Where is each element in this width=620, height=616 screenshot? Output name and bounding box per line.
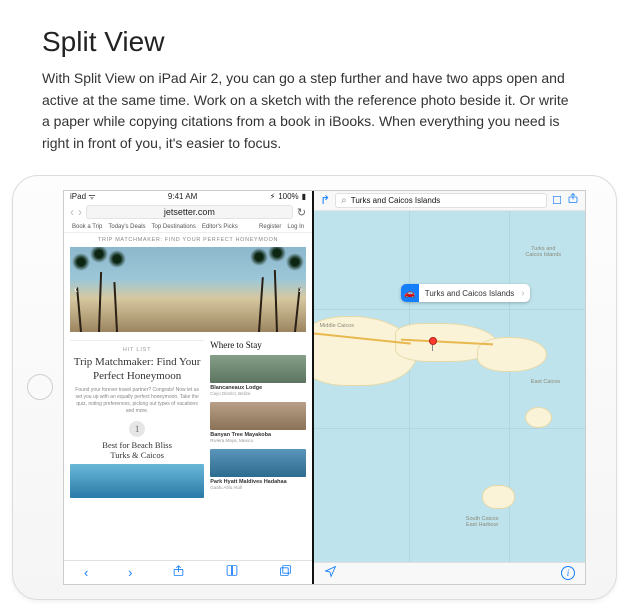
card-subtitle: Gaafu Alifu Atoll (210, 485, 306, 490)
list-entry-image (70, 464, 204, 498)
toolbar-forward-icon[interactable]: › (128, 565, 132, 580)
sidebar-card[interactable]: Blancaneaux Lodge Cayo District, Belize (210, 355, 306, 396)
site-link[interactable]: Book a Trip (72, 224, 102, 230)
split-pane-maps: ↱ ⌕ Turks and Caicos Islands ☐ (314, 191, 585, 584)
article-title: Trip Matchmaker: Find Your Perfect Honey… (74, 356, 201, 384)
card-image (210, 402, 306, 430)
charging-icon: ⚡︎ (270, 192, 276, 201)
status-battery: 100% (278, 192, 298, 201)
site-link[interactable]: Log In (287, 224, 304, 230)
carousel-prev-icon[interactable]: ‹ (74, 282, 78, 296)
search-icon: ⌕ (341, 195, 347, 206)
back-arrow-icon[interactable]: ‹ (70, 205, 74, 219)
sidebar-card[interactable]: Park Hyatt Maldives Hadahaa Gaafu Alifu … (210, 449, 306, 490)
list-entry-line: Turks & Caicos (102, 450, 172, 460)
section-heading: Split View (42, 26, 578, 58)
card-subtitle: Cayo District, Belize (210, 391, 306, 396)
address-bar-text: jetsetter.com (164, 207, 215, 217)
share-icon[interactable] (567, 191, 579, 209)
list-entry-line: Best for Beach Bliss (102, 440, 172, 450)
maps-search-text: Turks and Caicos Islands (351, 196, 441, 205)
locate-icon[interactable] (324, 565, 337, 581)
maps-toolbar: i (314, 562, 585, 584)
callout-text: Turks and Caicos Islands (419, 289, 522, 298)
card-subtitle: Riviera Maya, Mexico (210, 438, 306, 443)
map-label: South CaicosEast Harbour (466, 516, 499, 528)
hero-image: ‹ › (70, 247, 306, 332)
article-dek: Found your forever travel partner? Congr… (70, 387, 204, 415)
directions-icon[interactable]: ↱ (320, 193, 330, 207)
map-callout[interactable]: 🚗 Turks and Caicos Islands › (401, 284, 530, 302)
article-title-line: Trip Matchmaker: Find Your (74, 356, 201, 370)
split-pane-safari: iPad ᯤ 9:41 AM ⚡︎100% ▮ ‹ › jetsetter.com… (64, 191, 314, 584)
card-image (210, 355, 306, 383)
status-time: 9:41 AM (168, 192, 197, 201)
car-icon: 🚗 (401, 284, 419, 302)
forward-arrow-icon[interactable]: › (78, 205, 82, 219)
card-image (210, 449, 306, 477)
site-nav: Book a Trip Today's Deals Top Destinatio… (64, 222, 312, 233)
home-button[interactable] (27, 374, 53, 400)
map-pin[interactable] (428, 337, 438, 347)
status-carrier: iPad (70, 192, 86, 201)
map-label: Middle Caicos (319, 323, 354, 329)
ipad-screen: iPad ᯤ 9:41 AM ⚡︎100% ▮ ‹ › jetsetter.com… (63, 190, 586, 585)
site-link[interactable]: Editor's Picks (202, 224, 238, 230)
chevron-right-icon: › (521, 288, 529, 299)
safari-navbar: ‹ › jetsetter.com ↻ (64, 203, 312, 222)
site-link[interactable]: Top Destinations (152, 224, 196, 230)
wifi-icon: ᯤ (88, 192, 95, 201)
rank-badge: 1 (129, 421, 145, 437)
tabs-icon[interactable] (279, 564, 292, 580)
bookmarks-icon[interactable] (225, 564, 239, 580)
battery-icon: ▮ (302, 192, 306, 201)
address-bar[interactable]: jetsetter.com (86, 205, 293, 219)
sidebar-heading: Where to Stay (210, 340, 306, 350)
sidebar-card[interactable]: Banyan Tree Mayakoba Riviera Maya, Mexic… (210, 402, 306, 443)
toolbar-back-icon[interactable]: ‹ (84, 565, 88, 580)
article-kicker: TRIP MATCHMAKER: FIND YOUR PERFECT HONEY… (64, 233, 312, 247)
bookmark-icon[interactable]: ☐ (552, 194, 562, 207)
safari-toolbar: ‹ › (64, 560, 312, 584)
hitlist-label: HIT LIST (123, 347, 152, 353)
map-label: Turks andCaicos Islands (525, 246, 561, 258)
article-sidebar: Where to Stay Blancaneaux Lodge Cayo Dis… (210, 340, 306, 560)
map-canvas[interactable]: Turks andCaicos Islands Middle Caicos Ea… (314, 211, 585, 562)
maps-navbar: ↱ ⌕ Turks and Caicos Islands ☐ (314, 191, 585, 211)
info-icon[interactable]: i (561, 566, 575, 580)
article-title-line: Perfect Honeymoon (74, 370, 201, 384)
list-entry-title: Best for Beach Bliss Turks & Caicos (102, 440, 172, 460)
carousel-next-icon[interactable]: › (298, 282, 302, 296)
map-label: East Caicos (531, 379, 560, 385)
site-link[interactable]: Register (259, 224, 281, 230)
article-main: HIT LIST Trip Matchmaker: Find Your Perf… (70, 340, 204, 560)
ipad-device: iPad ᯤ 9:41 AM ⚡︎100% ▮ ‹ › jetsetter.com… (12, 175, 617, 600)
share-icon[interactable] (172, 564, 185, 580)
section-body: With Split View on iPad Air 2, you can g… (42, 68, 578, 155)
reload-icon[interactable]: ↻ (297, 206, 306, 219)
status-bar: iPad ᯤ 9:41 AM ⚡︎100% ▮ (64, 191, 312, 203)
site-link[interactable]: Today's Deals (108, 224, 145, 230)
maps-search[interactable]: ⌕ Turks and Caicos Islands (335, 193, 547, 208)
